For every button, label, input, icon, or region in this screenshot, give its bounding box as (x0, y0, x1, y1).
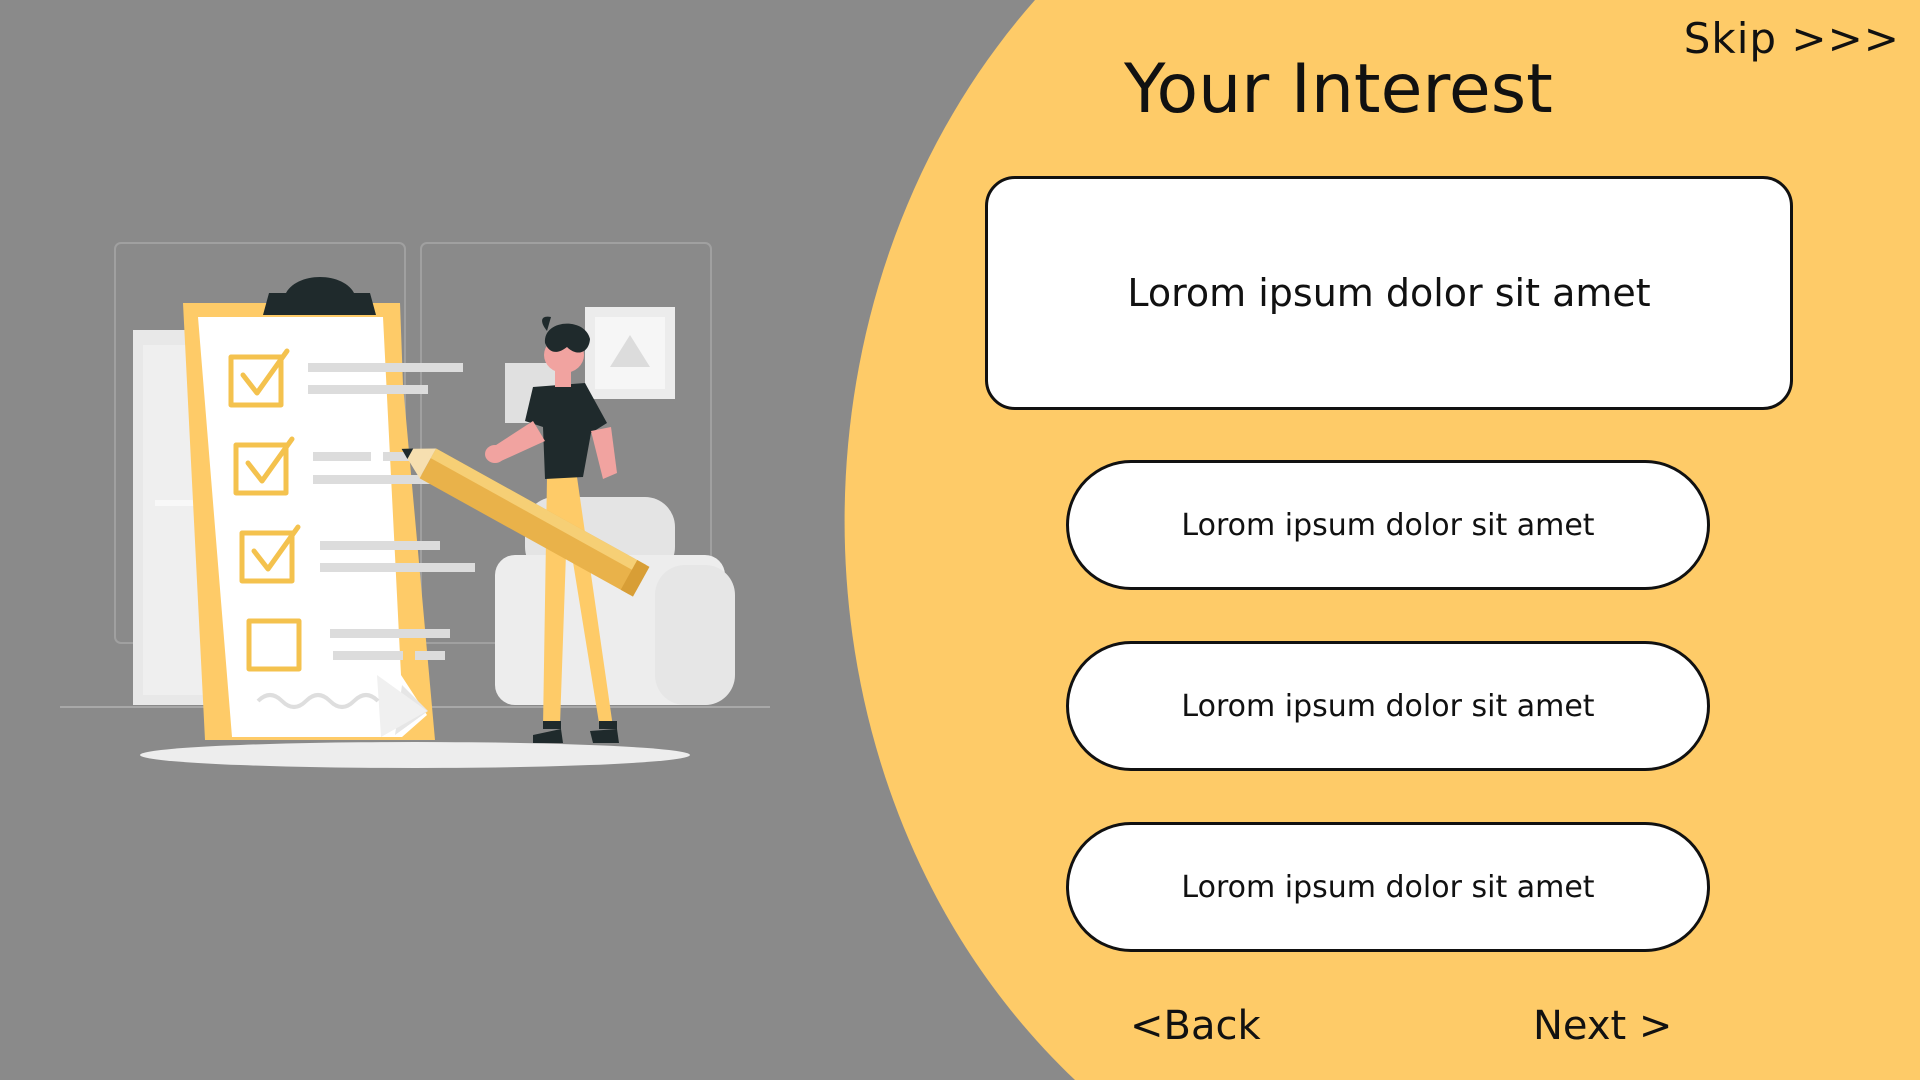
interest-option-label: Lorom ipsum dolor sit amet (1181, 869, 1595, 905)
interest-option-1[interactable]: Lorom ipsum dolor sit amet (985, 176, 1793, 410)
next-button[interactable]: Next > (1533, 1003, 1672, 1049)
interest-option-label: Lorom ipsum dolor sit amet (1127, 271, 1651, 315)
onboarding-screen: Skip >>> Your Interest Lorom ipsum dolor… (0, 0, 1920, 1080)
back-button[interactable]: <Back (1130, 1003, 1261, 1049)
skip-link[interactable]: Skip >>> (1684, 14, 1900, 63)
interest-option-label: Lorom ipsum dolor sit amet (1181, 688, 1595, 724)
interest-option-label: Lorom ipsum dolor sit amet (1181, 507, 1595, 543)
interest-option-4[interactable]: Lorom ipsum dolor sit amet (1066, 822, 1710, 952)
interest-option-2[interactable]: Lorom ipsum dolor sit amet (1066, 460, 1710, 590)
page-title: Your Interest (1124, 50, 1553, 129)
interest-option-3[interactable]: Lorom ipsum dolor sit amet (1066, 641, 1710, 771)
checklist-illustration (60, 242, 770, 768)
